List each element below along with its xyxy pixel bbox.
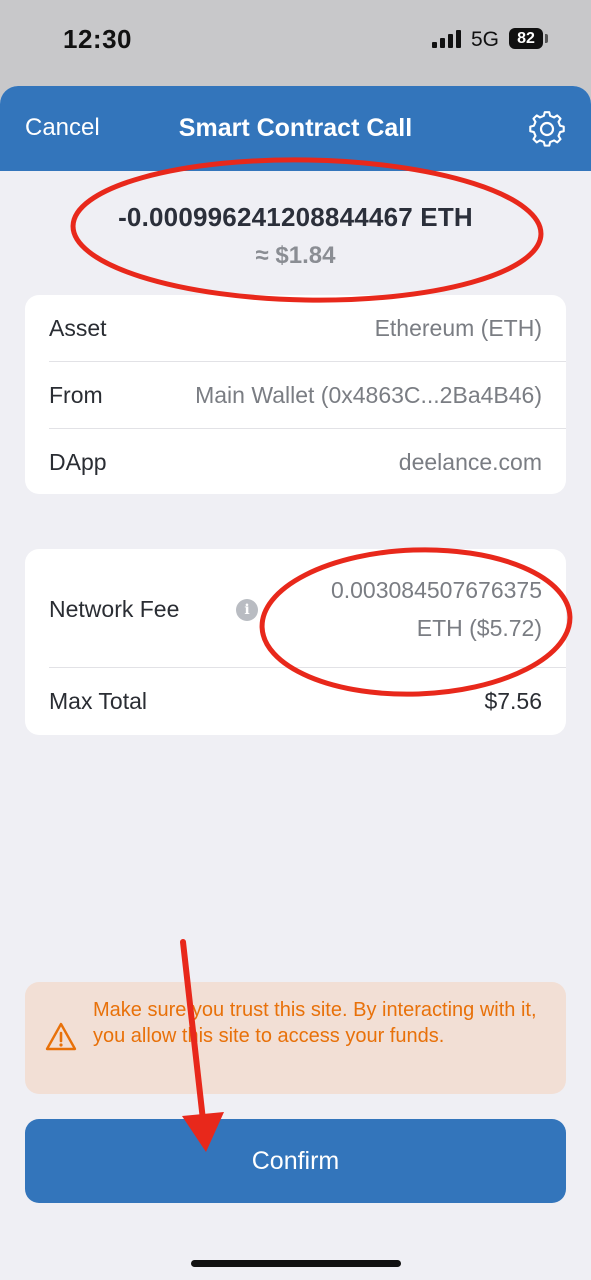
detail-label: Asset xyxy=(49,315,107,341)
network-fee-row: Network Fee i 0.003084507676375 ETH ($5.… xyxy=(49,549,542,667)
signal-icon xyxy=(432,30,461,48)
detail-value: deelance.com xyxy=(398,449,542,475)
page-title: Smart Contract Call xyxy=(178,114,413,142)
transaction-amount: -0.000996241208844467 ETH xyxy=(118,202,473,232)
network-fee-value-line2: ETH ($5.72) xyxy=(416,615,542,641)
max-total-label: Max Total xyxy=(49,688,148,714)
battery-icon: 82 xyxy=(509,28,543,49)
battery-cap xyxy=(545,34,548,43)
warning-icon xyxy=(45,1022,77,1051)
max-total-row: Max Total $7.56 xyxy=(49,688,542,718)
transaction-sheet: Cancel Smart Contract Call -0.0009962412… xyxy=(0,86,591,1280)
detail-row-from: From Main Wallet (0x4863C...2Ba4B46) xyxy=(49,382,542,412)
warning-text: Make sure you trust this site. By intera… xyxy=(93,999,537,1047)
details-card: Asset Ethereum (ETH) From Main Wallet (0… xyxy=(25,295,566,494)
nav-bar: Cancel Smart Contract Call xyxy=(0,86,591,171)
gear-icon[interactable] xyxy=(528,110,566,148)
divider xyxy=(49,667,566,668)
network-type: 5G xyxy=(471,28,500,51)
confirm-button[interactable]: Confirm xyxy=(25,1119,566,1203)
detail-value: Main Wallet (0x4863C...2Ba4B46) xyxy=(195,382,542,408)
detail-label: From xyxy=(49,382,103,408)
warning-banner: Make sure you trust this site. By intera… xyxy=(25,982,566,1094)
network-fee-label: Network Fee xyxy=(49,596,180,622)
detail-label: DApp xyxy=(49,449,107,475)
info-icon[interactable]: i xyxy=(236,599,258,621)
fee-card: Network Fee i 0.003084507676375 ETH ($5.… xyxy=(25,549,566,735)
divider xyxy=(49,428,566,429)
transaction-amount-usd: ≈ $1.84 xyxy=(255,242,336,269)
status-time: 12:30 xyxy=(63,24,132,54)
detail-value: Ethereum (ETH) xyxy=(374,315,542,341)
network-fee-value-line1: 0.003084507676375 xyxy=(330,577,542,603)
divider xyxy=(49,361,566,362)
detail-row-asset: Asset Ethereum (ETH) xyxy=(49,315,542,345)
max-total-value: $7.56 xyxy=(484,688,542,714)
home-indicator xyxy=(191,1260,401,1267)
status-bar: 12:30 5G 82 xyxy=(0,0,591,86)
detail-row-dapp: DApp deelance.com xyxy=(49,449,542,479)
